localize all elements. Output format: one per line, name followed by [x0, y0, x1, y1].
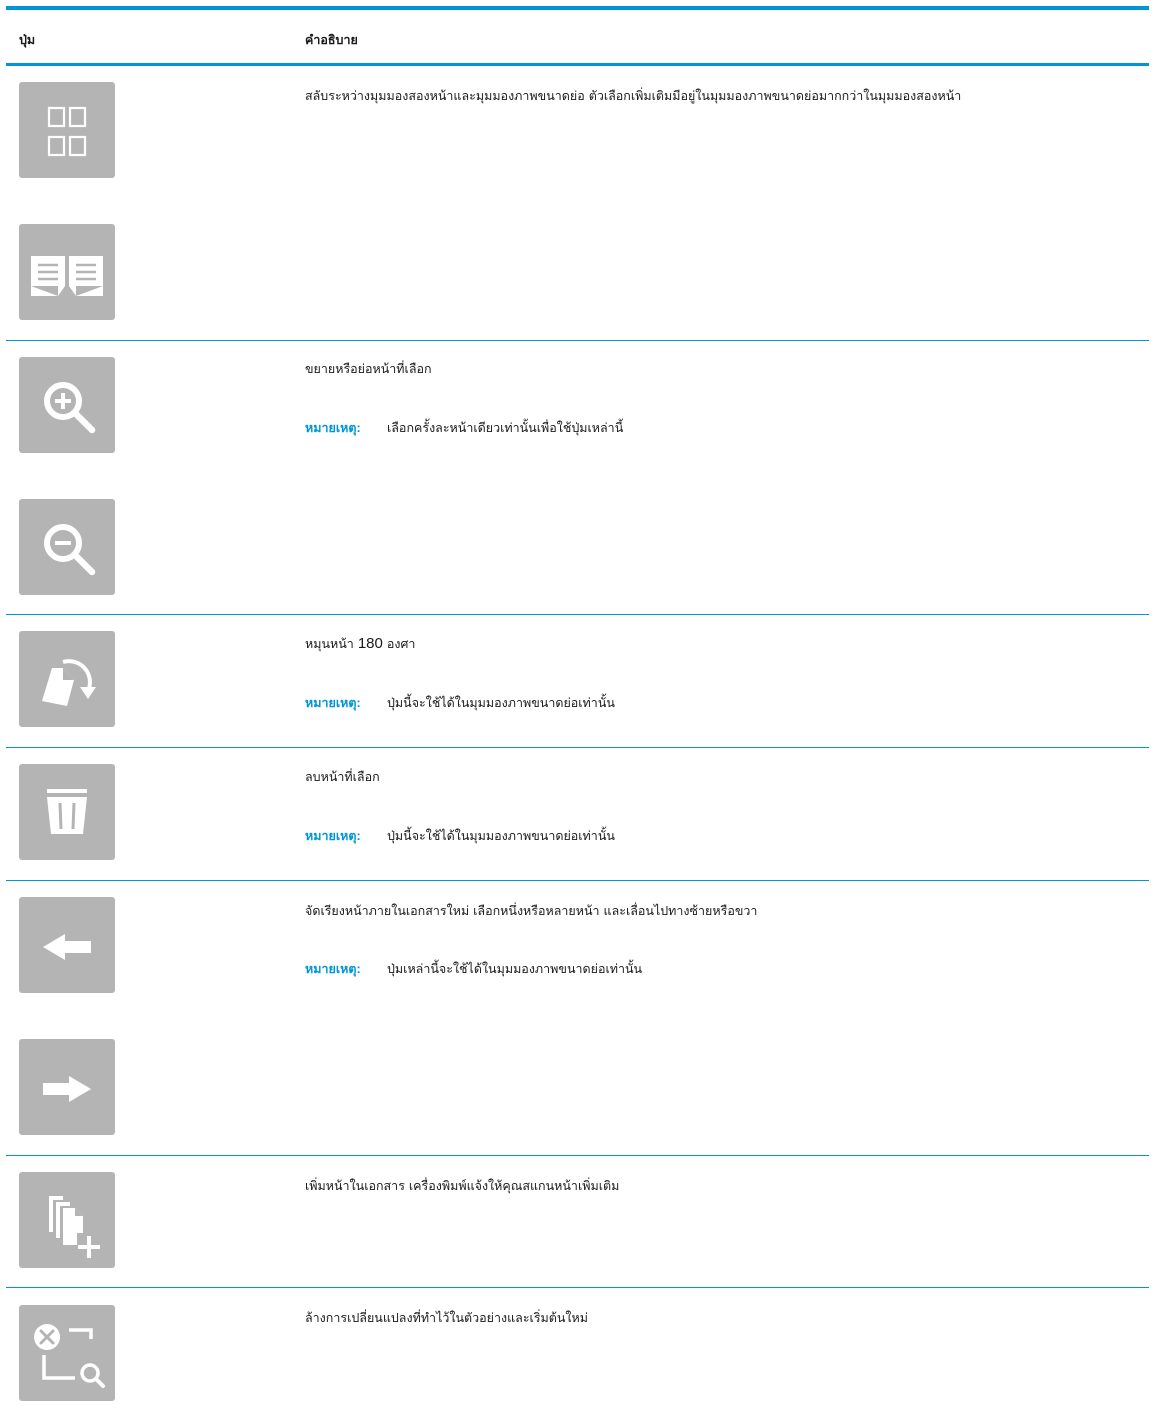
note-text: ปุ่มนี้จะใช้ได้ในมุมมองภาพขนาดย่อเท่านั้… [387, 828, 615, 843]
row-move-description: จัดเรียงหน้าภายในเอกสารใหม่ เลือกหนึ่งหร… [305, 903, 758, 918]
rotate-page-button[interactable] [19, 631, 115, 727]
note-label: หมายเหตุ: [305, 961, 361, 976]
row-divider [6, 340, 1149, 341]
row-delete-note: หมายเหตุ: ปุ่มนี้จะใช้ได้ในมุมมองภาพขนาดย… [305, 826, 615, 846]
row-delete-description: ลบหน้าที่เลือก [305, 769, 380, 784]
grid-view-button[interactable] [19, 82, 115, 178]
row-grid-description: สลับระหว่างมุมมองสองหน้าและมุมมองภาพขนาด… [305, 88, 962, 103]
rotate-page-icon [42, 659, 96, 706]
grid-view-icon [47, 106, 87, 157]
trash-icon [47, 789, 87, 834]
row-add-description: เพิ่มหน้าในเอกสาร เครื่องพิมพ์แจ้งให้คุณ… [305, 1178, 620, 1193]
note-label: หมายเหตุ: [305, 695, 361, 710]
zoom-in-button[interactable] [19, 357, 115, 453]
move-right-button[interactable] [19, 1039, 115, 1135]
delete-button[interactable] [19, 764, 115, 860]
note-text: ปุ่มนี้จะใช้ได้ในมุมมองภาพขนาดย่อเท่านั้… [387, 695, 615, 710]
add-page-button[interactable] [19, 1172, 115, 1268]
row-divider [6, 880, 1149, 881]
note-label: หมายเหตุ: [305, 420, 361, 435]
row-divider [6, 747, 1149, 748]
table-top-rule [6, 6, 1149, 10]
row-rotate-description: หมุนหน้า 180 องศา [305, 635, 416, 652]
add-page-icon [49, 1196, 100, 1258]
column-header-description: คำอธิบาย [305, 32, 358, 47]
row-zoom-description: ขยายหรือย่อหน้าที่เลือก [305, 361, 432, 376]
reset-preview-button[interactable] [19, 1305, 115, 1401]
row-zoom-note: หมายเหตุ: เลือกครั้งละหน้าเดียวเท่านั้นเพ… [305, 418, 623, 438]
note-text: ปุ่มเหล่านี้จะใช้ได้ในมุมมองภาพขนาดย่อเท… [387, 961, 643, 976]
move-left-button[interactable] [19, 897, 115, 993]
row-move-note: หมายเหตุ: ปุ่มเหล่านี้จะใช้ได้ในมุมมองภาพ… [305, 959, 642, 979]
zoom-in-icon [44, 382, 96, 434]
two-page-view-button[interactable] [19, 224, 115, 320]
row-divider [6, 1287, 1149, 1288]
row-reset-description: ล้างการเปลี่ยนแปลงที่ทำไว้ในตัวอย่างและเ… [305, 1310, 589, 1325]
row-divider [6, 614, 1149, 615]
zoom-out-button[interactable] [19, 499, 115, 595]
row-divider [6, 1155, 1149, 1156]
column-header-button: ปุ่ม [19, 32, 36, 47]
note-label: หมายเหตุ: [305, 828, 361, 843]
row-rotate-note: หมายเหตุ: ปุ่มนี้จะใช้ได้ในมุมมองภาพขนาดย… [305, 693, 615, 713]
two-page-view-icon [31, 256, 103, 296]
reset-preview-icon [34, 1324, 105, 1388]
zoom-out-icon [44, 524, 96, 576]
arrow-right-icon [43, 1076, 91, 1102]
arrow-left-icon [43, 934, 91, 960]
header-rule [6, 63, 1149, 66]
note-text: เลือกครั้งละหน้าเดียวเท่านั้นเพื่อใช้ปุ่… [387, 420, 624, 435]
